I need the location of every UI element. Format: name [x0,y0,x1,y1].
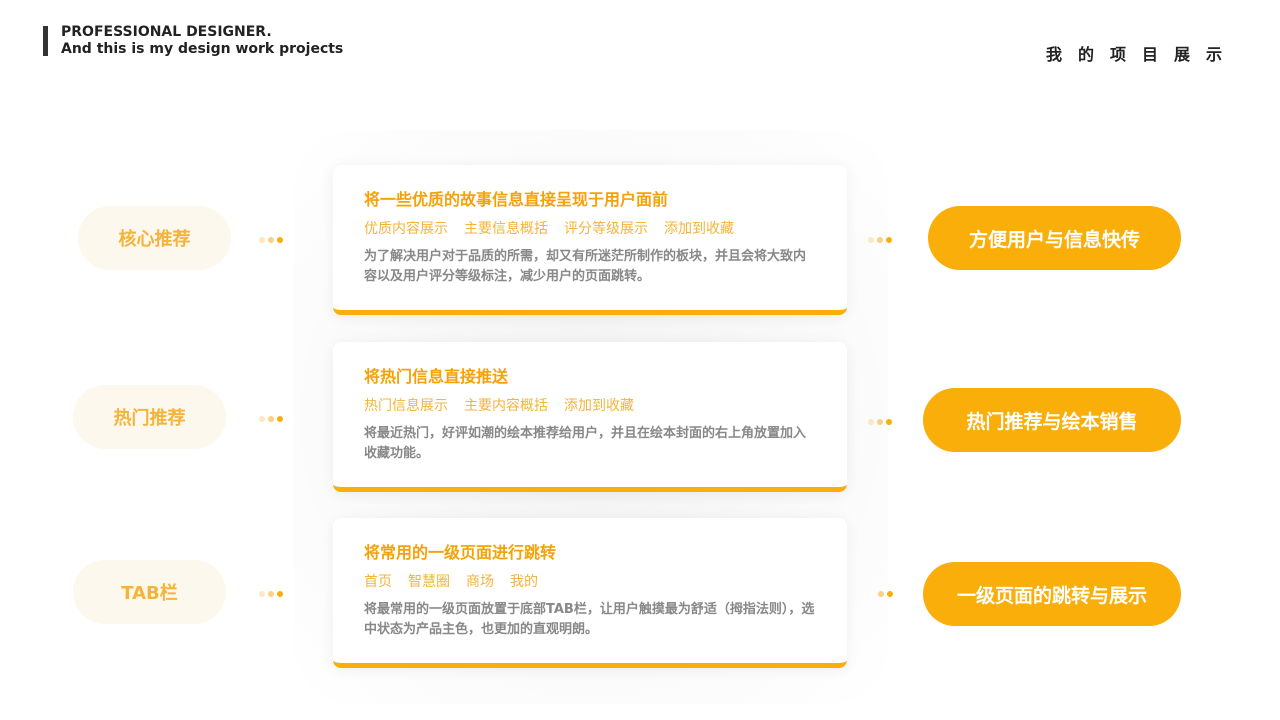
header-title: PROFESSIONAL DESIGNER. And this is my de… [61,24,343,58]
card-title: 将热门信息直接推送 [364,367,509,386]
feature-card-tab-bar: 将常用的一级页面进行跳转 首页 智慧圈 商场 我的 将最常用的一级页面放置于底部… [333,518,847,668]
card-tag: 主要信息概括 [464,221,548,237]
card-tag: 评分等级展示 [564,221,648,237]
card-tags: 热门信息展示 主要内容概括 添加到收藏 [364,396,817,416]
card-title: 将一些优质的故事信息直接呈现于用户面前 [364,190,669,209]
card-tag: 添加到收藏 [564,398,634,414]
feature-card-core-recommend: 将一些优质的故事信息直接呈现于用户面前 优质内容展示 主要信息概括 评分等级展示… [333,165,847,315]
card-tags: 首页 智慧圈 商场 我的 [364,572,817,592]
connector-dots-right-2 [868,419,892,425]
page-title: 我的项目展示 [1045,45,1238,64]
left-pill-hot-recommend: 热门推荐 [73,385,226,449]
left-pill-core-recommend: 核心推荐 [78,206,231,270]
connector-dots-left-3 [259,591,283,597]
card-tag: 主要内容概括 [464,398,548,414]
card-tag: 优质内容展示 [364,221,448,237]
header-line-1: PROFESSIONAL DESIGNER. [61,24,272,40]
right-pill-quick-share: 方便用户与信息快传 [928,206,1181,270]
connector-dots-right-3 [878,591,893,597]
card-tags: 优质内容展示 主要信息概括 评分等级展示 添加到收藏 [364,219,817,239]
left-pill-tab-bar: TAB栏 [73,560,226,624]
header-accent-bar [43,26,48,56]
right-pill-hot-sales: 热门推荐与绘本销售 [923,388,1181,452]
header-line-2: And this is my design work projects [61,41,344,57]
connector-dots-left-2 [259,416,283,422]
card-tag: 添加到收藏 [664,221,734,237]
card-tag: 商场 [466,574,494,590]
card-tag: 首页 [364,574,392,590]
card-tag: 我的 [510,574,538,590]
card-title: 将常用的一级页面进行跳转 [364,543,557,562]
card-description: 将最近热门，好评如潮的绘本推荐给用户，并且在绘本封面的右上角放置加入收藏功能。 [364,426,807,461]
card-tag: 热门信息展示 [364,398,448,414]
card-tag: 智慧圈 [408,574,450,590]
connector-dots-right-1 [868,237,892,243]
feature-card-hot-recommend: 将热门信息直接推送 热门信息展示 主要内容概括 添加到收藏 将最近热门，好评如潮… [333,342,847,492]
connector-dots-left-1 [259,237,283,243]
card-description: 将最常用的一级页面放置于底部TAB栏，让用户触摸最为舒适（拇指法则），选中状态为… [364,602,815,637]
right-pill-page-jump: 一级页面的跳转与展示 [923,562,1181,626]
card-description: 为了解决用户对于品质的所需，却又有所迷茫所制作的板块，并且会将大致内容以及用户评… [364,249,807,284]
